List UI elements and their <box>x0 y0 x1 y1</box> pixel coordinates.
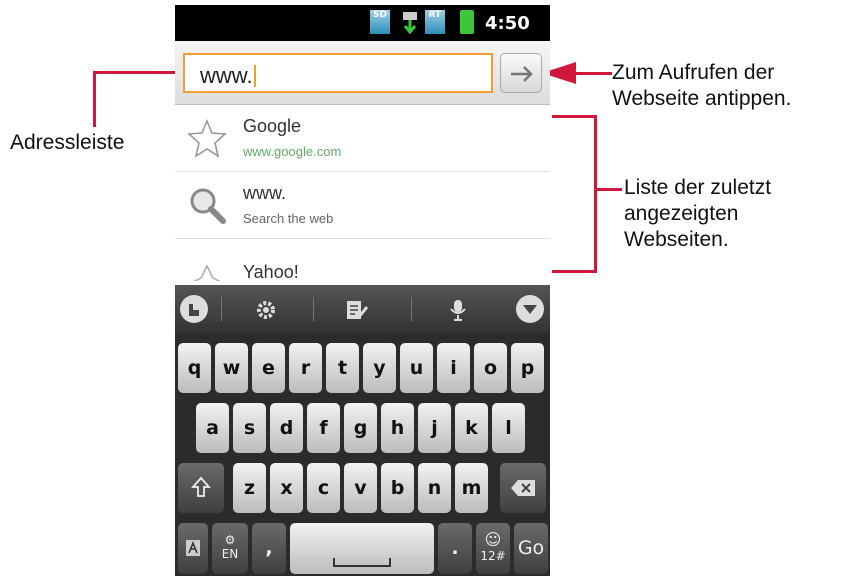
key-language[interactable]: ⚙ EN <box>212 523 248 574</box>
key-n[interactable]: n <box>418 463 451 513</box>
toolbar-divider <box>411 297 412 321</box>
symbols-label: 12# <box>480 549 506 563</box>
suggestion-item-google[interactable]: Google www.google.com <box>175 106 550 172</box>
sd-card-icon: SD <box>370 10 390 34</box>
callout-line-address-vertical <box>93 71 96 127</box>
key-i[interactable]: i <box>437 343 470 393</box>
usb-icon <box>400 10 420 35</box>
key-symbols[interactable]: ☺ 12# <box>476 523 510 574</box>
key-text-mode[interactable] <box>178 523 208 574</box>
key-backspace[interactable] <box>500 463 546 513</box>
suggestion-title: www. <box>243 183 287 203</box>
key-j[interactable]: j <box>418 403 451 453</box>
callout-tap-to-open-line1: Zum Aufrufen der <box>612 61 775 84</box>
callout-bracket-vertical <box>594 115 597 273</box>
go-button[interactable] <box>500 53 542 93</box>
key-comma[interactable]: , <box>252 523 286 574</box>
callout-bracket-top <box>552 115 596 118</box>
browser-url-bar: www. <box>175 41 550 105</box>
key-o[interactable]: o <box>474 343 507 393</box>
address-input-value: www. <box>200 63 253 88</box>
address-input-text: www. <box>200 63 256 89</box>
callout-recent-list-line2: angezeigten <box>624 202 739 225</box>
phone-screen: SD RT 4:50 PM www. Google www.google.com… <box>175 5 550 576</box>
key-go[interactable]: Go <box>514 523 548 574</box>
suggestion-item-yahoo[interactable]: Yahoo! <box>175 240 550 281</box>
key-t[interactable]: t <box>326 343 359 393</box>
language-settings-icon: ⚙ <box>224 533 236 547</box>
suggestion-url: www.google.com <box>243 144 342 159</box>
key-r[interactable]: r <box>289 343 322 393</box>
key-w[interactable]: w <box>215 343 248 393</box>
key-c[interactable]: c <box>307 463 340 513</box>
toolbar-divider <box>313 297 314 321</box>
callout-tap-to-open-line2: Webseite antippen. <box>612 87 792 110</box>
callout-line-go <box>574 72 612 75</box>
callout-bracket-stub <box>594 188 622 191</box>
key-f[interactable]: f <box>307 403 340 453</box>
gear-icon[interactable] <box>255 299 277 321</box>
suggestion-list: Google www.google.com www. Search the we… <box>175 106 550 281</box>
arrow-right-icon <box>511 66 533 82</box>
key-d[interactable]: d <box>270 403 303 453</box>
backspace-icon <box>511 480 535 496</box>
suggestion-title: Yahoo! <box>243 262 299 281</box>
key-u[interactable]: u <box>400 343 433 393</box>
key-h[interactable]: h <box>381 403 414 453</box>
space-icon <box>333 558 391 567</box>
callout-recent-list-line1: Liste der zuletzt <box>624 176 772 199</box>
key-space[interactable] <box>290 523 434 574</box>
key-shift[interactable] <box>178 463 224 513</box>
key-g[interactable]: g <box>344 403 377 453</box>
sd-card-tag: SD <box>373 10 387 20</box>
key-l[interactable]: l <box>492 403 525 453</box>
text-cursor <box>253 65 256 87</box>
status-bar: SD RT 4:50 PM <box>175 5 550 53</box>
keyboard-toolbar <box>175 285 550 333</box>
key-x[interactable]: x <box>270 463 303 513</box>
key-z[interactable]: z <box>233 463 266 513</box>
key-p[interactable]: p <box>511 343 544 393</box>
language-label: EN <box>221 547 239 561</box>
clipboard-icon[interactable] <box>345 299 369 321</box>
signal-icon: RT <box>425 10 445 34</box>
text-mode-icon <box>186 540 200 556</box>
collapse-icon[interactable] <box>515 294 545 324</box>
callout-tap-to-open: Zum Aufrufen der Webseite antippen. <box>612 60 791 112</box>
key-b[interactable]: b <box>381 463 414 513</box>
soft-keyboard: q w e r t y u i o p a s d f g h j k l z … <box>175 285 550 576</box>
key-k[interactable]: k <box>455 403 488 453</box>
key-a[interactable]: a <box>196 403 229 453</box>
history-icon <box>193 264 221 281</box>
key-v[interactable]: v <box>344 463 377 513</box>
callout-recent-list: Liste der zuletzt angezeigten Webseiten. <box>624 175 771 253</box>
key-period[interactable]: . <box>438 523 472 574</box>
key-q[interactable]: q <box>178 343 211 393</box>
key-s[interactable]: s <box>233 403 266 453</box>
suggestion-subtitle: Search the web <box>243 211 334 226</box>
shift-icon <box>190 476 212 497</box>
star-icon <box>187 118 227 158</box>
toolbar-divider <box>221 297 222 321</box>
hand-icon[interactable] <box>179 294 209 324</box>
suggestion-item-search[interactable]: www. Search the web <box>175 173 550 239</box>
address-input[interactable]: www. <box>183 53 493 93</box>
key-m[interactable]: m <box>455 463 488 513</box>
microphone-icon[interactable] <box>449 299 467 321</box>
signal-tag: RT <box>428 10 442 20</box>
callout-bracket-bottom <box>552 270 596 273</box>
search-icon <box>190 188 226 224</box>
callout-line-address-horizontal <box>93 71 185 74</box>
smiley-icon: ☺ <box>484 530 502 549</box>
key-e[interactable]: e <box>252 343 285 393</box>
callout-recent-list-line3: Webseiten. <box>624 228 729 251</box>
suggestion-title: Google <box>243 116 302 136</box>
key-y[interactable]: y <box>363 343 396 393</box>
clock-time: 4:50 <box>485 13 530 34</box>
battery-icon <box>460 10 474 34</box>
callout-address-bar: Adressleiste <box>10 131 125 154</box>
